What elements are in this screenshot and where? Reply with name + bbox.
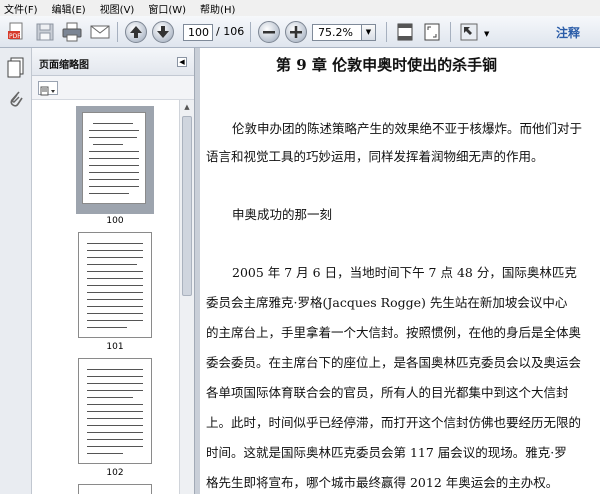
thumbnail-selection[interactable]: [76, 106, 154, 214]
text-line: 时间。这就是国际奥林匹克委员会第 117 届会议的现场。雅克·罗: [206, 445, 567, 460]
thumbnail-list: 100 101 102: [32, 100, 179, 494]
full-screen-icon[interactable]: [458, 21, 480, 43]
svg-text:PDF: PDF: [9, 33, 21, 40]
page-thumbnail-100[interactable]: [82, 112, 146, 204]
menu-help[interactable]: 帮助(H): [200, 1, 235, 16]
page-thumbnail-101[interactable]: [78, 232, 152, 338]
text-line: 语言和视觉工具的巧妙运用，同样发挥着润物细无声的作用。: [206, 149, 544, 164]
print-icon[interactable]: [61, 21, 83, 43]
panel-header: 页面缩略图 ◀: [32, 48, 194, 76]
panel-title: 页面缩略图: [39, 60, 89, 71]
text-line: 委员会主席雅克·罗格(Jacques Rogge) 先生站在新加坡会议中心: [206, 295, 568, 310]
menu-file[interactable]: 文件(F): [4, 1, 38, 16]
create-pdf-icon[interactable]: PDF: [6, 21, 28, 43]
menu-view[interactable]: 视图(V): [100, 1, 135, 16]
text-line: 伦敦申办团的陈述策略产生的效果绝不亚于核爆炸。而他们对于: [232, 121, 583, 136]
menu-bar: 文件(F) 编辑(E) 视图(V) 窗口(W) 帮助(H): [0, 0, 600, 16]
thumbnail-panel: 页面缩略图 ◀ 100 101 102 ▲: [32, 48, 194, 494]
previous-page-button[interactable]: [125, 21, 147, 43]
page-number-input[interactable]: 100: [183, 24, 213, 41]
section-heading: 申奥成功的那一刻: [232, 207, 333, 222]
zoom-dropdown-icon[interactable]: ▼: [362, 24, 376, 41]
chapter-title: 第 9 章 伦敦申奥时使出的杀手锏: [276, 56, 498, 74]
zoom-out-button[interactable]: [258, 21, 280, 43]
menu-window[interactable]: 窗口(W): [148, 1, 186, 16]
fit-width-icon[interactable]: [394, 21, 416, 43]
text-line: 格先生即将宣布，哪个城市最终赢得 2012 年奥运会的主办权。: [206, 475, 559, 490]
panel-options-row: [32, 76, 194, 100]
page-thumbnail-102[interactable]: [78, 358, 152, 464]
comment-button[interactable]: 注释: [556, 24, 580, 41]
options-menu-icon[interactable]: [38, 81, 58, 96]
save-icon[interactable]: [34, 21, 56, 43]
email-icon[interactable]: [89, 21, 111, 43]
page-thumbnails-icon[interactable]: [6, 56, 26, 82]
document-view: 第 9 章 伦敦申奥时使出的杀手锏 伦敦申办团的陈述策略产生的效果绝不亚于核爆炸…: [200, 48, 600, 494]
scrollbar-thumb[interactable]: [182, 116, 192, 296]
toolbar: PDF 100 / 106 75.2% ▼ ▼ 注释: [0, 16, 600, 48]
thumbnail-label: 101: [106, 342, 124, 352]
text-line: 各单项国际体育联合会的官员，所有人的目光都集中到这个大信封: [206, 385, 569, 400]
text-line: 上。此时，时间似乎已经停滞，而打开这个信封仿佛也要经历无限的: [206, 415, 582, 430]
navigation-strip: [0, 48, 32, 494]
collapse-panel-icon[interactable]: ◀: [177, 57, 187, 67]
fit-page-icon[interactable]: [421, 21, 443, 43]
menu-edit[interactable]: 编辑(E): [52, 1, 86, 16]
thumbnail-label: 100: [106, 216, 124, 226]
thumbnail-scrollbar[interactable]: ▲: [179, 100, 194, 494]
zoom-in-button[interactable]: [285, 21, 307, 43]
text-line: 2005 年 7 月 6 日，当地时间下午 7 点 48 分，国际奥林匹克: [232, 265, 577, 280]
text-line: 委会委员。在主席台下的座位上，是各国奥林匹克委员会以及奥运会: [206, 355, 582, 370]
attachments-icon[interactable]: [7, 88, 25, 114]
scroll-up-icon[interactable]: ▲: [181, 100, 193, 114]
page-total: / 106: [216, 25, 245, 38]
text-line: 的主席台上，手里拿着一个大信封。按照惯例，在他的身后是全体奥: [206, 325, 582, 340]
thumbnail-label: 102: [106, 468, 124, 478]
next-page-button[interactable]: [152, 21, 174, 43]
zoom-input[interactable]: 75.2%: [312, 24, 362, 41]
page-thumbnail-103[interactable]: [78, 484, 152, 494]
